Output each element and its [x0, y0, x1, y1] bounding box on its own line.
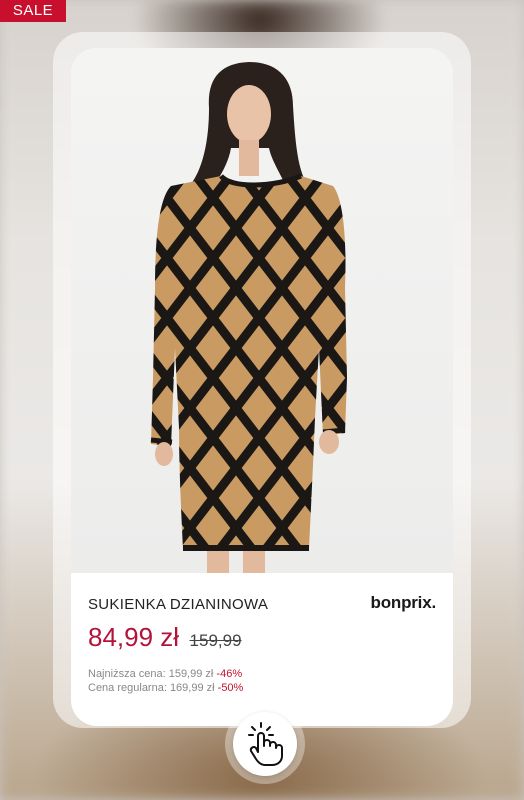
lowest-price-discount: -46%: [216, 668, 243, 680]
price-current: 84,99 zł: [88, 622, 180, 652]
product-name[interactable]: SUKIENKA DZIANINOWA: [88, 596, 268, 613]
product-card[interactable]: SUKIENKA DZIANINOWA bonprix. 84,99 zł 15…: [71, 48, 453, 726]
model-dress-illustration: [150, 62, 347, 573]
tap-button-inner[interactable]: [233, 712, 297, 776]
regular-price-label: Cena regularna: 169,99 zł: [88, 682, 215, 694]
product-image[interactable]: [71, 48, 453, 573]
lowest-price-note: Najniższa cena: 159,99 zł -46%: [88, 668, 242, 680]
price-old: 159,99: [189, 631, 242, 650]
price-row: 84,99 zł 159,99: [88, 622, 242, 653]
lowest-price-label: Najniższa cena: 159,99 zł: [88, 668, 214, 680]
regular-price-note: Cena regularna: 169,99 zł -50%: [88, 682, 243, 694]
tap-hand-icon: [248, 722, 283, 766]
tap-button[interactable]: [225, 704, 305, 784]
sale-badge: SALE: [0, 0, 66, 22]
regular-price-discount: -50%: [217, 682, 244, 694]
brand-logo: bonprix.: [370, 593, 437, 612]
